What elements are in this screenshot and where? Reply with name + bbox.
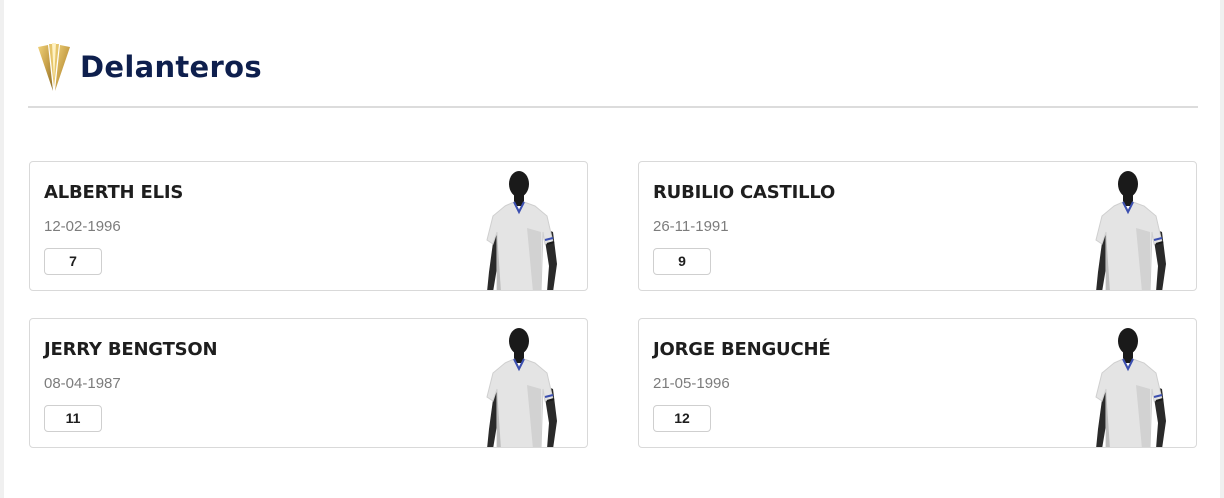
- gold-trophy-logo-icon: [38, 43, 70, 91]
- player-silhouette-icon: [486, 327, 558, 447]
- section-header: Delanteros: [36, 40, 262, 94]
- player-number-badge: 12: [653, 405, 711, 432]
- player-card[interactable]: RUBILIO CASTILLO 26-11-1991 9: [638, 161, 1197, 291]
- players-grid: ALBERTH ELIS 12-02-1996 7 RUBILIO CASTIL…: [29, 161, 1197, 448]
- player-name: JERRY BENGTSON: [44, 339, 218, 360]
- header-divider: [28, 106, 1198, 108]
- player-card[interactable]: JERRY BENGTSON 08-04-1987 11: [29, 318, 588, 448]
- player-silhouette-icon: [486, 170, 558, 290]
- player-card[interactable]: ALBERTH ELIS 12-02-1996 7: [29, 161, 588, 291]
- player-silhouette-icon: [1095, 327, 1167, 447]
- player-number-badge: 7: [44, 248, 102, 275]
- player-silhouette-icon: [1095, 170, 1167, 290]
- section-title: Delanteros: [80, 50, 262, 84]
- player-birthdate: 21-05-1996: [653, 375, 730, 392]
- player-birthdate: 08-04-1987: [44, 375, 121, 392]
- player-name: RUBILIO CASTILLO: [653, 182, 836, 203]
- player-birthdate: 26-11-1991: [653, 218, 729, 235]
- player-name: JORGE BENGUCHÉ: [653, 339, 831, 360]
- player-birthdate: 12-02-1996: [44, 218, 121, 235]
- player-number-badge: 11: [44, 405, 102, 432]
- player-name: ALBERTH ELIS: [44, 182, 184, 203]
- player-number-badge: 9: [653, 248, 711, 275]
- player-card[interactable]: JORGE BENGUCHÉ 21-05-1996 12: [638, 318, 1197, 448]
